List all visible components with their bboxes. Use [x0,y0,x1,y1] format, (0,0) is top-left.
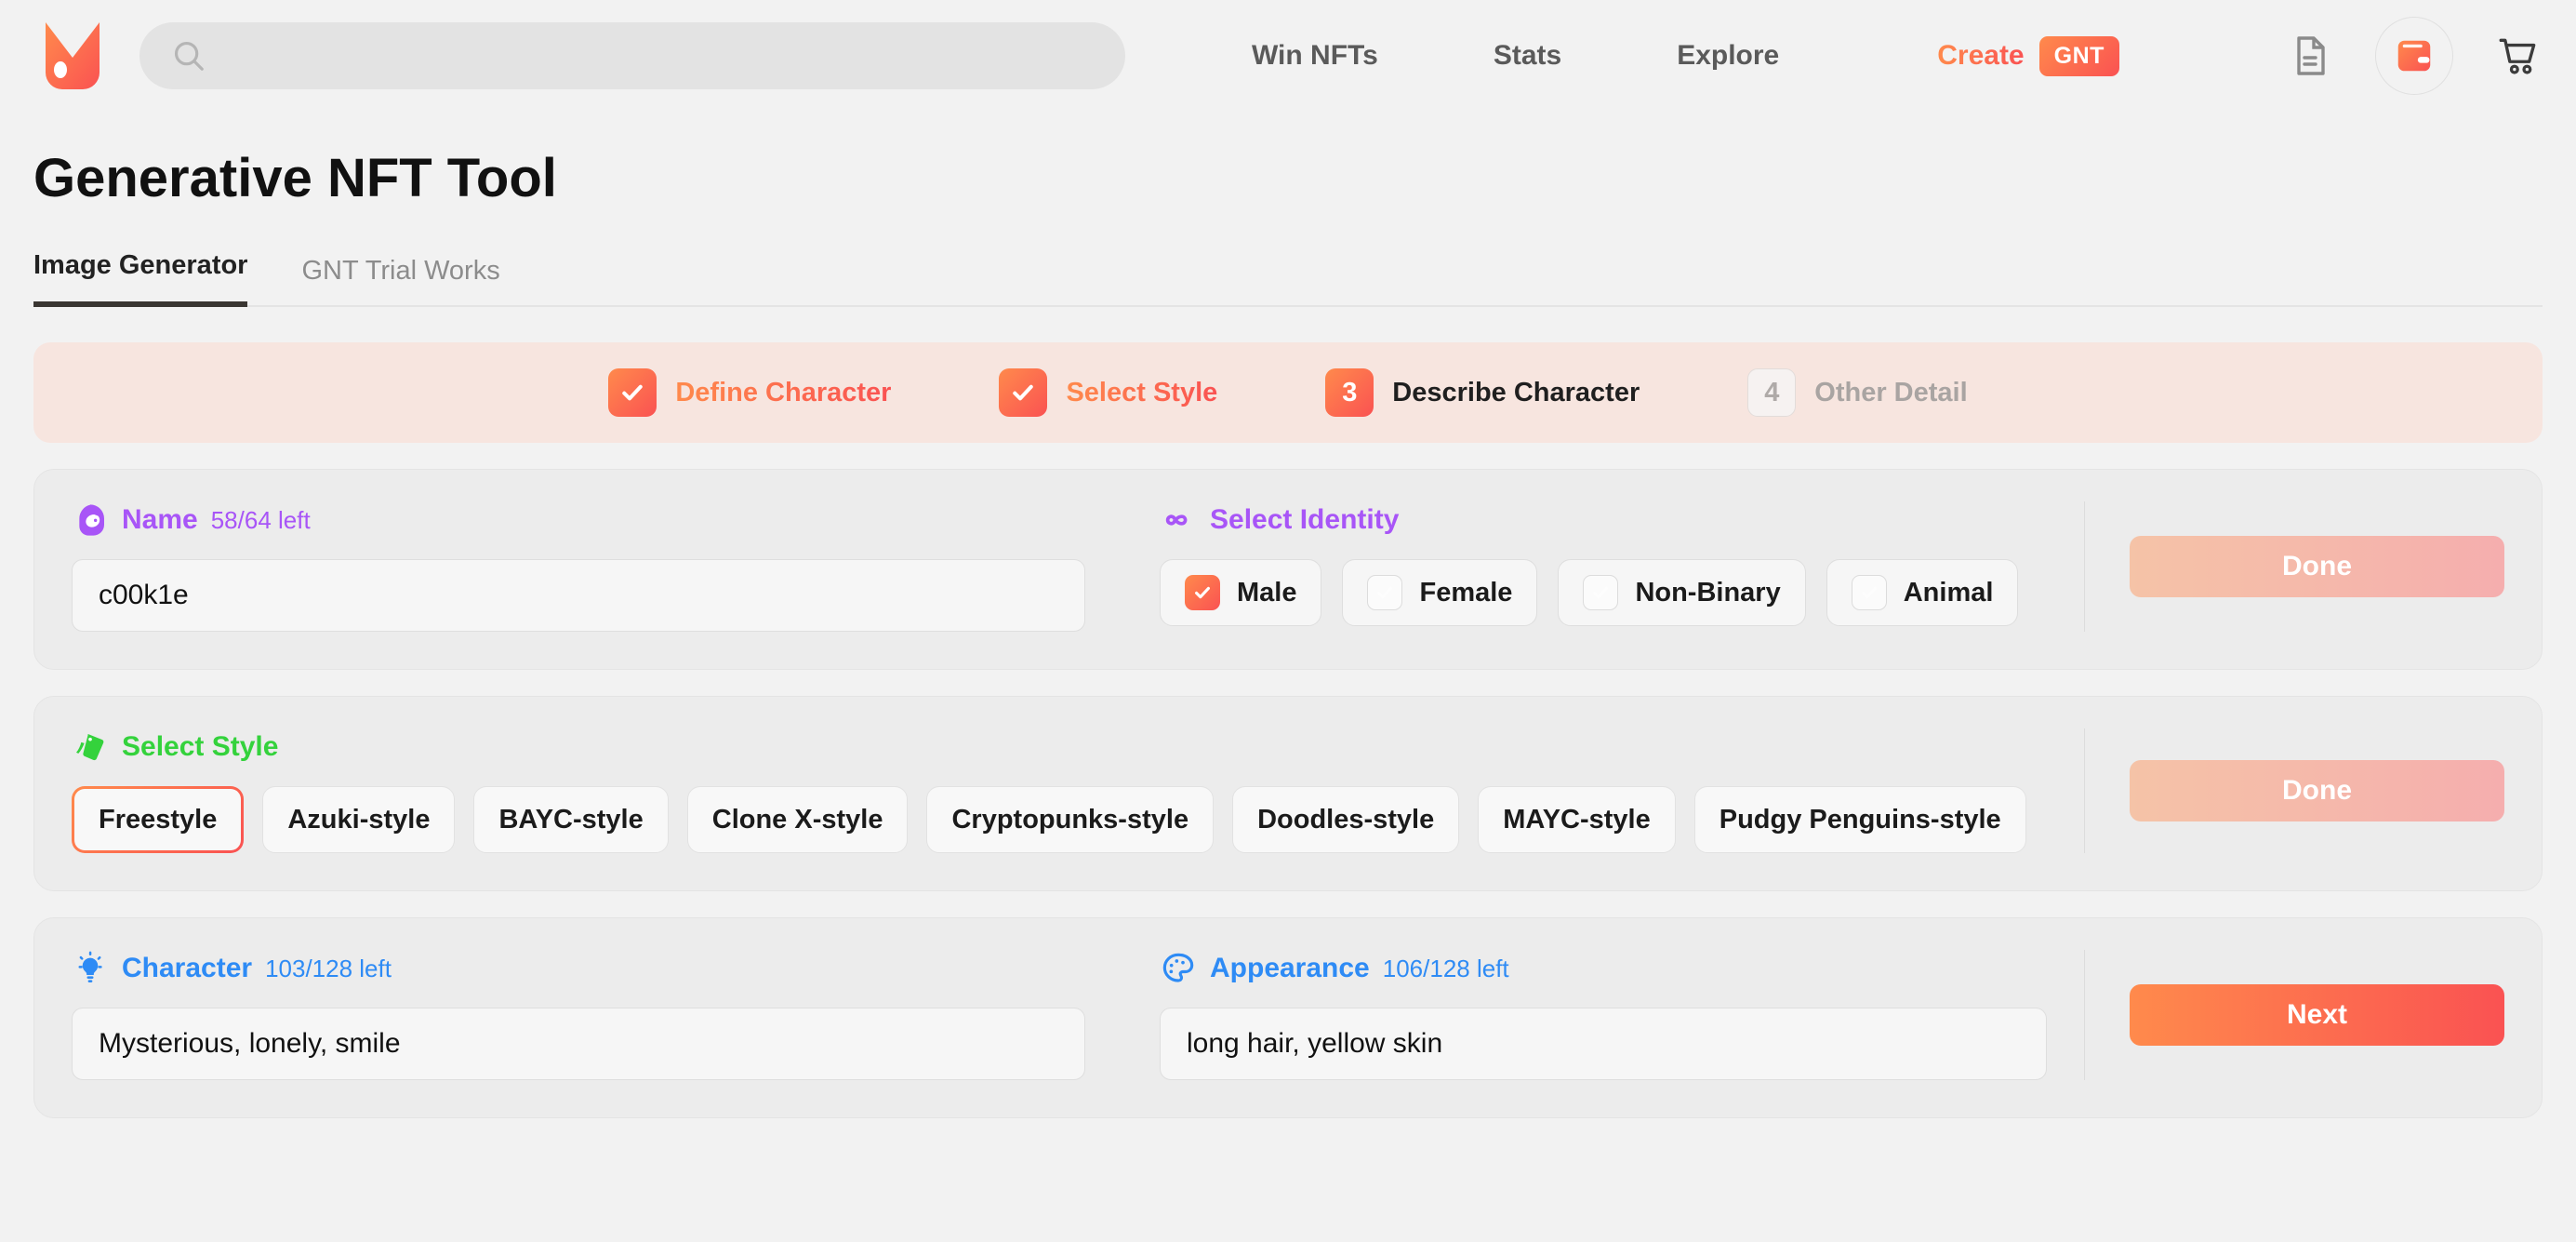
name-input[interactable] [72,559,1085,632]
search-input[interactable] [223,41,1094,71]
page-body: Generative NFT Tool Image Generator GNT … [0,147,2576,1118]
checkbox-unchecked-icon[interactable] [1367,575,1403,610]
step-2-label: Select Style [1066,377,1218,407]
step-4-number: 4 [1747,368,1797,417]
identity-field-group: Select Identity Male Female Non-Binary A… [1085,501,2047,632]
style-option-pudgy-penguins-style[interactable]: Pudgy Penguins-style [1693,786,2026,853]
appearance-input[interactable] [1160,1008,2047,1080]
character-field-group: Character 103/128 left [72,950,1085,1080]
palette-icon [1160,950,1197,987]
document-icon[interactable] [2286,32,2334,80]
appearance-field-title: Appearance [1210,953,1370,983]
appearance-field-header: Appearance 106/128 left [1160,950,2047,987]
appearance-field-group: Appearance 106/128 left [1085,950,2047,1080]
appearance-char-count: 106/128 left [1382,954,1509,982]
tag-icon [72,728,109,766]
identity-option-female[interactable]: Female [1342,559,1538,626]
character-input[interactable] [72,1008,1085,1080]
header-icon-group [2286,17,2543,95]
step-1-check-icon [608,368,657,417]
style-field-header: Select Style [72,728,2047,766]
identity-option-female-label: Female [1419,577,1513,608]
style-options: Freestyle Azuki-style BAYC-style Clone X… [72,786,2047,853]
create-label: Create [1937,40,2025,71]
step-select-style[interactable]: Select Style [945,368,1271,417]
step-3-number: 3 [1325,368,1374,417]
character-field-header: Character 103/128 left [72,950,1085,987]
step-1-label: Define Character [675,377,892,407]
fox-logo-icon[interactable] [41,19,104,93]
lightbulb-icon [72,950,109,987]
name-field-header: Name 58/64 left [72,501,1085,539]
style-field-title: Select Style [122,731,279,762]
name-char-count: 58/64 left [210,505,311,534]
identity-field-header: Select Identity [1160,501,2047,539]
next-button[interactable]: Next [2130,984,2504,1046]
character-char-count: 103/128 left [265,954,392,982]
style-option-doodles-style[interactable]: Doodles-style [1232,786,1460,853]
create-button[interactable]: Create GNT [1937,35,2119,76]
search-bar[interactable] [139,22,1125,89]
select-style-action-area: Done [2084,728,2504,853]
identity-field-title: Select Identity [1210,504,1400,535]
style-option-freestyle[interactable]: Freestyle [72,786,244,853]
card-describe-character: Character 103/128 left Appearance 106/1 [33,917,2543,1118]
identity-option-animal-label: Animal [1903,577,1994,608]
card-define-character: Name 58/64 left Select Identity [33,469,2543,670]
style-field-group: Select Style Freestyle Azuki-style BAYC-… [72,728,2047,853]
step-4-label: Other Detail [1814,377,1968,407]
identity-option-male-label: Male [1237,577,1297,608]
name-field-group: Name 58/64 left [72,501,1085,632]
identity-options: Male Female Non-Binary Animal [1160,559,2047,626]
name-field-title: Name [122,504,198,535]
define-character-action-area: Done [2084,501,2504,632]
gnt-badge: GNT [2038,35,2119,76]
select-style-done-button[interactable]: Done [2130,760,2504,821]
tab-gnt-trial-works[interactable]: GNT Trial Works [301,256,499,307]
identity-option-male[interactable]: Male [1160,559,1322,626]
step-2-check-icon [999,368,1048,417]
identity-option-animal[interactable]: Animal [1826,559,2019,626]
style-option-cryptopunks-style[interactable]: Cryptopunks-style [926,786,1215,853]
cart-icon[interactable] [2494,32,2543,80]
step-3-label: Describe Character [1392,377,1640,407]
infinity-icon [1160,501,1197,539]
describe-character-action-area: Next [2084,950,2504,1080]
checkbox-unchecked-icon[interactable] [1583,575,1619,610]
step-describe-character[interactable]: 3 Describe Character [1271,368,1693,417]
style-option-bayc-style[interactable]: BAYC-style [473,786,669,853]
step-define-character[interactable]: Define Character [554,368,945,417]
card-select-style: Select Style Freestyle Azuki-style BAYC-… [33,696,2543,891]
nav-item-stats[interactable]: Stats [1436,40,1619,72]
define-character-done-button[interactable]: Done [2130,536,2504,597]
tab-image-generator[interactable]: Image Generator [33,250,248,307]
identity-option-non-binary-label: Non-Binary [1635,577,1781,608]
wallet-icon[interactable] [2375,17,2453,95]
step-other-detail[interactable]: 4 Other Detail [1693,368,2021,417]
style-option-azuki-style[interactable]: Azuki-style [262,786,456,853]
progress-stepper: Define Character Select Style 3 Describe… [33,342,2543,443]
tab-bar: Image Generator GNT Trial Works [33,250,2543,307]
identity-option-non-binary[interactable]: Non-Binary [1558,559,1806,626]
top-header: Win NFTs Stats Explore Create GNT [0,0,2576,112]
style-option-clone-x-style[interactable]: Clone X-style [686,786,909,853]
search-icon [171,38,206,73]
checkbox-checked-icon[interactable] [1185,575,1220,610]
page-title: Generative NFT Tool [33,148,557,208]
checkbox-unchecked-icon[interactable] [1851,575,1887,610]
style-option-mayc-style[interactable]: MAYC-style [1478,786,1676,853]
avatar-icon [72,501,109,539]
nav-item-win-nfts[interactable]: Win NFTs [1194,40,1436,72]
main-nav: Win NFTs Stats Explore [1194,40,1837,72]
nav-item-explore[interactable]: Explore [1619,40,1837,72]
character-field-title: Character [122,953,253,983]
